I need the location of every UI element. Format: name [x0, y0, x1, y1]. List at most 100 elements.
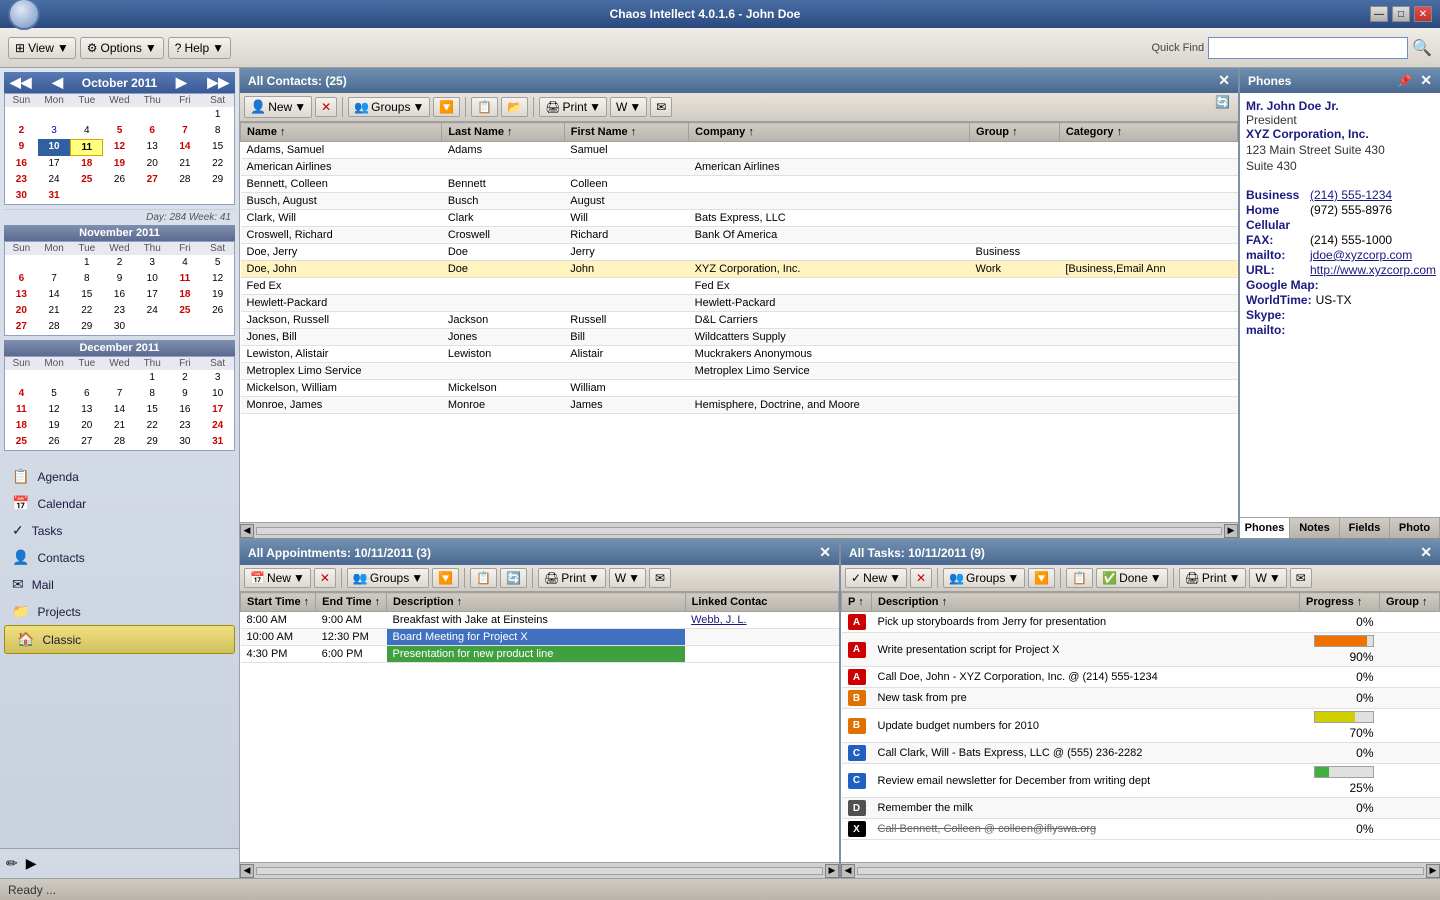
appt-email-button[interactable]: ✉: [649, 568, 671, 588]
cal-day-20[interactable]: 20: [136, 156, 169, 172]
contacts-groups-button[interactable]: 👥 Groups ▼: [348, 97, 430, 117]
nov-day-4[interactable]: 4: [169, 255, 202, 271]
task-row[interactable]: X Call Bennett, Colleen @ colleen@iflysw…: [842, 819, 1440, 840]
dec-day-2[interactable]: 2: [169, 370, 202, 386]
cal-next-month-button[interactable]: ▶: [174, 74, 189, 91]
dec-day-31[interactable]: 31: [201, 434, 234, 450]
task-hscroll-track[interactable]: [857, 867, 1424, 875]
col-category[interactable]: Category ↑: [1059, 123, 1237, 142]
contact-row[interactable]: Mickelson, William Mickelson William: [241, 380, 1238, 397]
dec-day-14[interactable]: 14: [103, 402, 136, 418]
sidebar-edit-button[interactable]: ✏: [4, 853, 20, 874]
dec-day-6[interactable]: 6: [70, 386, 103, 402]
appt-print-button[interactable]: 🖨 Print ▼: [538, 568, 606, 588]
contact-row[interactable]: American Airlines American Airlines: [241, 159, 1238, 176]
task-copy-button[interactable]: 📋: [1066, 568, 1093, 588]
nov-day-23[interactable]: 23: [103, 303, 136, 319]
contact-row[interactable]: Jones, Bill Jones Bill Wildcatters Suppl…: [241, 329, 1238, 346]
task-row[interactable]: A Write presentation script for Project …: [842, 633, 1440, 667]
maximize-button[interactable]: □: [1392, 6, 1410, 22]
cal-next-year-button[interactable]: ▶▶: [205, 74, 231, 91]
nov-day-5[interactable]: 5: [201, 255, 234, 271]
dec-day-4[interactable]: 4: [5, 386, 38, 402]
dec-day-26[interactable]: 26: [38, 434, 71, 450]
contact-row[interactable]: Doe, John Doe John XYZ Corporation, Inc.…: [241, 261, 1238, 278]
cal-day-27[interactable]: 27: [136, 172, 169, 188]
task-row[interactable]: C Review email newsletter for December f…: [842, 764, 1440, 798]
task-row[interactable]: B New task from pre 0%: [842, 688, 1440, 709]
appt-new-button[interactable]: 📅 New ▼: [244, 568, 311, 588]
dec-day-20[interactable]: 20: [70, 418, 103, 434]
col-progress[interactable]: Progress ↑: [1300, 593, 1380, 612]
cal-day-9[interactable]: 9: [5, 139, 38, 156]
nov-day-3[interactable]: 3: [136, 255, 169, 271]
contacts-new-button[interactable]: 👤 New ▼: [244, 96, 312, 118]
phones-tab-notes[interactable]: Notes: [1290, 518, 1340, 538]
cal-day-19[interactable]: 19: [103, 156, 136, 172]
appointments-panel-close-button[interactable]: ✕: [819, 544, 831, 561]
nov-day-6[interactable]: 6: [5, 271, 38, 287]
cal-day-11[interactable]: 11: [70, 139, 103, 156]
hscroll-left-button[interactable]: ◀: [240, 524, 254, 538]
col-linked-contact[interactable]: Linked Contac: [685, 593, 838, 612]
col-name[interactable]: Name ↑: [241, 123, 442, 142]
contact-row[interactable]: Croswell, Richard Croswell Richard Bank …: [241, 227, 1238, 244]
dec-day-19[interactable]: 19: [38, 418, 71, 434]
cal-day-26[interactable]: 26: [103, 172, 136, 188]
cal-day-5[interactable]: 5: [103, 123, 136, 139]
task-delete-button[interactable]: ✕: [910, 568, 932, 588]
appt-copy-button[interactable]: 📋: [470, 568, 497, 588]
nov-day-24[interactable]: 24: [136, 303, 169, 319]
dec-day-17[interactable]: 17: [201, 402, 234, 418]
sidebar-item-contacts[interactable]: 👤 Contacts: [0, 544, 239, 571]
dec-day-30[interactable]: 30: [169, 434, 202, 450]
contact-row[interactable]: Bennett, Colleen Bennett Colleen: [241, 176, 1238, 193]
dec-day-3[interactable]: 3: [201, 370, 234, 386]
appointment-row[interactable]: 4:30 PM 6:00 PM Presentation for new pro…: [241, 646, 839, 663]
cal-day-12[interactable]: 12: [103, 139, 136, 156]
contacts-move-button[interactable]: 📂: [501, 97, 528, 117]
cal-day-21[interactable]: 21: [169, 156, 202, 172]
phones-pin-icon[interactable]: 📌: [1397, 74, 1412, 88]
appt-hscroll-left[interactable]: ◀: [240, 864, 254, 878]
contacts-panel-close-button[interactable]: ✕: [1218, 72, 1230, 89]
task-row[interactable]: C Call Clark, Will - Bats Express, LLC @…: [842, 743, 1440, 764]
cal-day-14[interactable]: 14: [169, 139, 202, 156]
nov-day-11[interactable]: 11: [169, 271, 202, 287]
contact-row[interactable]: Fed Ex Fed Ex: [241, 278, 1238, 295]
nov-day-18[interactable]: 18: [169, 287, 202, 303]
contact-row[interactable]: Monroe, James Monroe James Hemisphere, D…: [241, 397, 1238, 414]
cal-day-6[interactable]: 6: [136, 123, 169, 139]
task-print-button[interactable]: 🖨 Print ▼: [1179, 568, 1247, 588]
dec-day-8[interactable]: 8: [136, 386, 169, 402]
dec-day-5[interactable]: 5: [38, 386, 71, 402]
phones-tab-photo[interactable]: Photo: [1390, 518, 1440, 538]
col-first-name[interactable]: First Name ↑: [564, 123, 688, 142]
close-button[interactable]: ✕: [1414, 6, 1432, 22]
col-description[interactable]: Description ↑: [387, 593, 686, 612]
task-row[interactable]: D Remember the milk 0%: [842, 798, 1440, 819]
nov-day-26[interactable]: 26: [201, 303, 234, 319]
nov-day-15[interactable]: 15: [70, 287, 103, 303]
contacts-copy-button[interactable]: 📋: [471, 97, 498, 117]
dec-day-9[interactable]: 9: [169, 386, 202, 402]
sidebar-item-projects[interactable]: 📁 Projects: [0, 598, 239, 625]
nov-day-29[interactable]: 29: [70, 319, 103, 335]
appt-hscroll-right[interactable]: ▶: [825, 864, 839, 878]
contact-row[interactable]: Lewiston, Alistair Lewiston Alistair Muc…: [241, 346, 1238, 363]
nov-day-12[interactable]: 12: [201, 271, 234, 287]
dec-day-18[interactable]: 18: [5, 418, 38, 434]
contact-row[interactable]: Jackson, Russell Jackson Russell D&L Car…: [241, 312, 1238, 329]
task-email-button[interactable]: ✉: [1290, 568, 1312, 588]
appt-delete-button[interactable]: ✕: [314, 568, 336, 588]
dec-day-22[interactable]: 22: [136, 418, 169, 434]
cal-day-1[interactable]: 1: [201, 107, 234, 123]
cal-day-29[interactable]: 29: [201, 172, 234, 188]
col-start-time[interactable]: Start Time ↑: [241, 593, 316, 612]
tasks-panel-close-button[interactable]: ✕: [1420, 544, 1432, 561]
contact-row[interactable]: Adams, Samuel Adams Samuel: [241, 142, 1238, 159]
phones-panel-close-button[interactable]: ✕: [1420, 72, 1432, 89]
nov-day-28[interactable]: 28: [38, 319, 71, 335]
nov-day-10[interactable]: 10: [136, 271, 169, 287]
hscroll-right-button[interactable]: ▶: [1224, 524, 1238, 538]
